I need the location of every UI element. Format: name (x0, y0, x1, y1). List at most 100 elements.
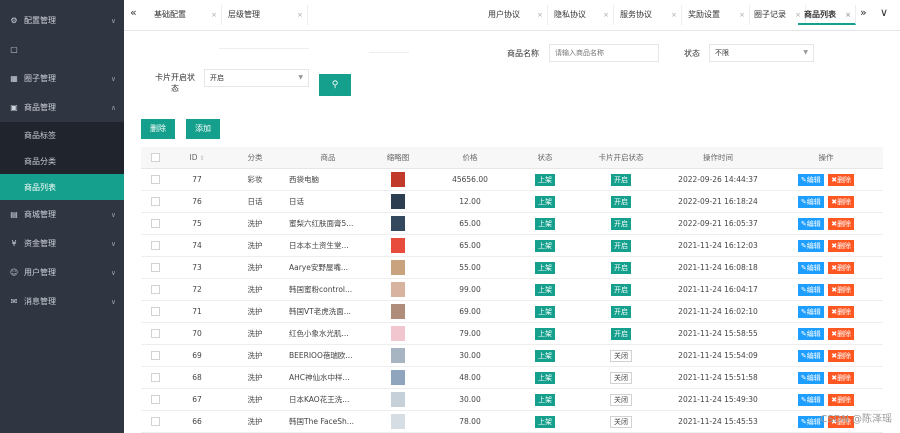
sidebar-item-1[interactable]: ▢ (0, 35, 124, 64)
product-thumbnail[interactable] (391, 304, 405, 319)
row-checkbox[interactable] (141, 212, 169, 235)
close-icon[interactable]: × (297, 5, 303, 25)
status-badge[interactable]: 上架 (535, 261, 555, 274)
edit-button[interactable]: ✎编辑 (797, 327, 824, 340)
edit-button[interactable]: ✎编辑 (797, 371, 824, 384)
product-thumbnail[interactable] (391, 172, 405, 187)
product-thumbnail[interactable] (391, 414, 405, 429)
tab-right-3[interactable]: 奖励设置 × (682, 5, 750, 25)
row-checkbox[interactable] (141, 366, 169, 389)
status-badge[interactable]: 上架 (535, 239, 555, 252)
delete-row-button[interactable]: ✖删除 (828, 393, 855, 406)
add-button[interactable]: 添加 (186, 119, 220, 139)
edit-button[interactable]: ✎编辑 (797, 195, 824, 208)
delete-row-button[interactable]: ✖删除 (828, 283, 855, 296)
status-select[interactable]: 不限 ▼ (709, 44, 814, 62)
select-all-checkbox[interactable] (141, 147, 169, 169)
card-status-badge[interactable]: 开启 (611, 217, 631, 230)
edit-button[interactable]: ✎编辑 (797, 349, 824, 362)
close-icon[interactable]: × (845, 5, 851, 25)
edit-button[interactable]: ✎编辑 (797, 173, 824, 186)
status-badge[interactable]: 上架 (535, 195, 555, 208)
tabs-more-icon[interactable]: ∨ (880, 6, 888, 19)
status-badge[interactable]: 上架 (535, 327, 555, 340)
sidebar-item-after-1[interactable]: ¥ 资金管理 ∨ (0, 229, 124, 258)
status-badge[interactable]: 上架 (535, 371, 555, 384)
product-name-input[interactable] (549, 44, 659, 62)
tab-right-1[interactable]: 隐私协议 × (548, 5, 614, 25)
sidebar-item-after-0[interactable]: ▤ 商城管理 ∨ (0, 200, 124, 229)
card-status-badge[interactable]: 关闭 (610, 393, 632, 406)
sidebar-item-after-2[interactable]: ☺ 用户管理 ∨ (0, 258, 124, 287)
delete-button[interactable]: 删除 (141, 119, 175, 139)
row-checkbox[interactable] (141, 278, 169, 301)
tabs-scroll-right-icon[interactable]: » (860, 6, 867, 19)
card-status-select[interactable]: 开启 ▼ (204, 69, 309, 87)
status-badge[interactable]: 上架 (535, 173, 555, 186)
delete-row-button[interactable]: ✖删除 (828, 195, 855, 208)
sidebar-item-after-3[interactable]: ✉ 消息管理 ∨ (0, 287, 124, 316)
search-button[interactable]: ⚲ (319, 74, 351, 96)
card-status-badge[interactable]: 开启 (611, 283, 631, 296)
card-status-badge[interactable]: 开启 (611, 327, 631, 340)
sidebar-subitem-2[interactable]: 商品列表 (0, 174, 124, 200)
row-checkbox[interactable] (141, 388, 169, 411)
product-thumbnail[interactable] (391, 326, 405, 341)
edit-button[interactable]: ✎编辑 (797, 393, 824, 406)
card-status-badge[interactable]: 开启 (611, 261, 631, 274)
product-thumbnail[interactable] (391, 194, 405, 209)
sidebar-subitem-1[interactable]: 商品分类 (0, 148, 124, 174)
sidebar-subitem-0[interactable]: 商品标签 (0, 122, 124, 148)
close-icon[interactable]: × (211, 5, 217, 25)
product-thumbnail[interactable] (391, 282, 405, 297)
delete-row-button[interactable]: ✖删除 (828, 349, 855, 362)
sort-icon[interactable]: ⇕ (199, 155, 204, 162)
close-icon[interactable]: × (739, 5, 745, 25)
row-checkbox[interactable] (141, 234, 169, 257)
row-checkbox[interactable] (141, 168, 169, 191)
status-badge[interactable]: 上架 (535, 305, 555, 318)
delete-row-button[interactable]: ✖删除 (828, 217, 855, 230)
delete-row-button[interactable]: ✖删除 (828, 305, 855, 318)
row-checkbox[interactable] (141, 190, 169, 213)
product-thumbnail[interactable] (391, 370, 405, 385)
status-badge[interactable]: 上架 (535, 415, 555, 428)
close-icon[interactable]: × (671, 5, 677, 25)
row-checkbox[interactable] (141, 344, 169, 367)
status-badge[interactable]: 上架 (535, 349, 555, 362)
close-icon[interactable]: × (537, 5, 543, 25)
header-id[interactable]: ID ⇕ (169, 147, 225, 169)
sidebar-item-2[interactable]: ▦ 圈子管理 ∨ (0, 64, 124, 93)
delete-row-button[interactable]: ✖删除 (828, 371, 855, 384)
close-icon[interactable]: × (603, 5, 609, 25)
status-badge[interactable]: 上架 (535, 283, 555, 296)
tab-right-0[interactable]: 用户协议 × (482, 5, 548, 25)
delete-row-button[interactable]: ✖删除 (828, 327, 855, 340)
product-thumbnail[interactable] (391, 348, 405, 363)
product-thumbnail[interactable] (391, 260, 405, 275)
edit-button[interactable]: ✎编辑 (797, 261, 824, 274)
sidebar-item-3[interactable]: ▣ 商品管理 ∧ (0, 93, 124, 122)
product-thumbnail[interactable] (391, 216, 405, 231)
delete-row-button[interactable]: ✖删除 (828, 261, 855, 274)
row-checkbox[interactable] (141, 256, 169, 279)
product-thumbnail[interactable] (391, 392, 405, 407)
delete-row-button[interactable]: ✖删除 (828, 239, 855, 252)
card-status-badge[interactable]: 开启 (611, 239, 631, 252)
card-status-badge[interactable]: 关闭 (610, 349, 632, 362)
row-checkbox[interactable] (141, 300, 169, 323)
card-status-badge[interactable]: 关闭 (610, 371, 632, 384)
edit-button[interactable]: ✎编辑 (797, 305, 824, 318)
edit-button[interactable]: ✎编辑 (797, 239, 824, 252)
status-badge[interactable]: 上架 (535, 217, 555, 230)
tab-right-5[interactable]: 商品列表 × (798, 5, 856, 25)
card-status-badge[interactable]: 关闭 (610, 415, 632, 428)
tab-left-1[interactable]: 层级管理 × (222, 5, 308, 25)
card-status-badge[interactable]: 开启 (611, 173, 631, 186)
row-checkbox[interactable] (141, 322, 169, 345)
edit-button[interactable]: ✎编辑 (797, 283, 824, 296)
tab-right-2[interactable]: 服务协议 × (614, 5, 682, 25)
delete-row-button[interactable]: ✖删除 (828, 173, 855, 186)
tabs-scroll-left-icon[interactable]: « (130, 6, 137, 19)
sidebar-item-0[interactable]: ⚙ 配置管理 ∨ (0, 6, 124, 35)
